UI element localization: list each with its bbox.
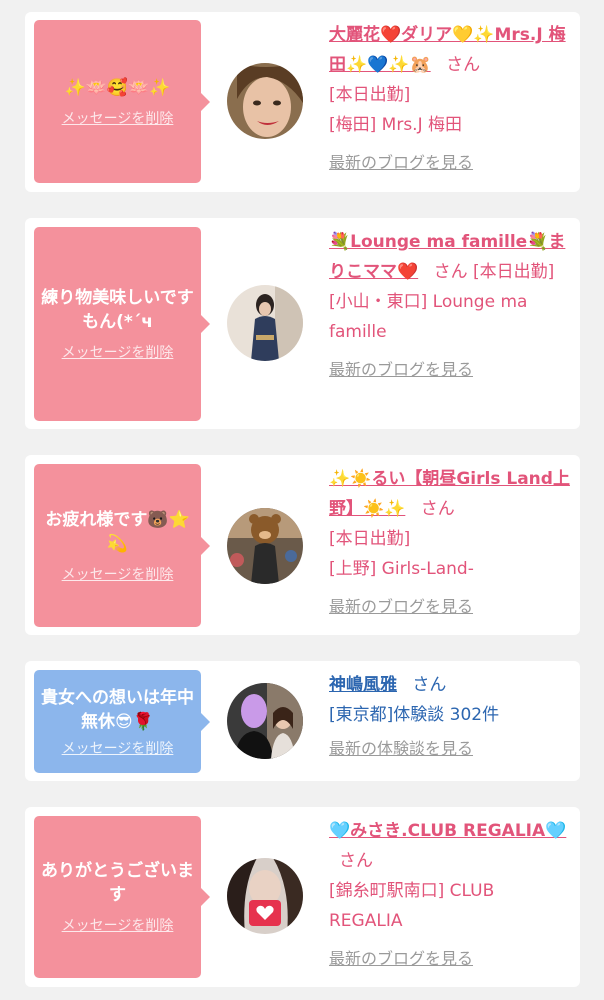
profile-info: ✨☀️るい【朝昼Girls Land上野】☀️✨ さん [本日出勤] [上野] … [329, 464, 573, 622]
message-text: 練り物美味しいですもん(*´ч [41, 288, 194, 332]
message-bubble: 練り物美味しいですもん(*´ч メッセージを削除 [34, 227, 210, 421]
latest-blog-link[interactable]: 最新のブログを見る [329, 148, 573, 178]
message-card: 練り物美味しいですもん(*´ч メッセージを削除 💐Lounge ma fami… [25, 218, 580, 429]
delete-message-link[interactable]: メッセージを削除 [62, 108, 174, 128]
delete-message-link[interactable]: メッセージを削除 [62, 342, 174, 362]
honorific: さん [433, 262, 468, 282]
shop-location: [上野] Girls-Land- [329, 559, 474, 579]
work-status: [本日出勤] [472, 262, 555, 282]
message-card: ありがとうございます メッセージを削除 🩵みさき.CLUB REGALIA🩵 さ… [25, 807, 580, 987]
avatar[interactable] [227, 858, 303, 934]
work-status: [本日出勤] [329, 85, 411, 105]
message-card: ✨🪷🥰🪷✨ メッセージを削除 大麗花❤️ダリア💛✨Mrs.J 梅田✨💙✨🐹 さん… [25, 12, 580, 192]
profile-name-link[interactable]: 神嶋風雅 [329, 675, 397, 695]
message-text: 貴女への想いは年中無休😎🌹 [41, 687, 194, 732]
message-card: 貴女への想いは年中無休😎🌹 メッセージを削除 神嶋風雅 さん [東京都]体験談 … [25, 661, 580, 781]
profile-info: 神嶋風雅 さん [東京都]体験談 302件 最新の体験談を見る [329, 670, 573, 764]
profile-name-link[interactable]: 🩵みさき.CLUB REGALIA🩵 [329, 821, 566, 841]
honorific: さん [420, 499, 455, 519]
latest-blog-link[interactable]: 最新のブログを見る [329, 944, 573, 974]
message-text: ✨🪷🥰🪷✨ [64, 77, 171, 98]
honorific: さん [339, 851, 373, 871]
profile-info: 🩵みさき.CLUB REGALIA🩵 さん [錦糸町駅南口] CLUB REGA… [329, 816, 573, 974]
latest-blog-link[interactable]: 最新のブログを見る [329, 592, 573, 622]
honorific: さん [446, 55, 481, 75]
message-bubble: 貴女への想いは年中無休😎🌹 メッセージを削除 [34, 670, 210, 773]
message-bubble: ✨🪷🥰🪷✨ メッセージを削除 [34, 20, 210, 183]
work-status: [本日出勤] [329, 529, 411, 549]
message-bubble: お疲れ様です🐻⭐💫 メッセージを削除 [34, 464, 210, 627]
profile-info: 💐Lounge ma famille💐まりこママ❤️ さん [本日出勤] [小山… [329, 227, 573, 385]
shop-location: [梅田] Mrs.J 梅田 [329, 115, 463, 135]
avatar[interactable] [227, 683, 303, 759]
latest-review-link[interactable]: 最新の体験談を見る [329, 734, 573, 764]
delete-message-link[interactable]: メッセージを削除 [62, 915, 174, 935]
message-text: お疲れ様です🐻⭐💫 [45, 509, 190, 554]
review-count: [東京都]体験談 302件 [329, 705, 500, 725]
message-bubble: ありがとうございます メッセージを削除 [34, 816, 210, 978]
message-text: ありがとうございます [41, 861, 194, 905]
avatar[interactable] [227, 508, 303, 584]
profile-info: 大麗花❤️ダリア💛✨Mrs.J 梅田✨💙✨🐹 さん [本日出勤] [梅田] Mr… [329, 20, 573, 178]
message-card: お疲れ様です🐻⭐💫 メッセージを削除 ✨☀️るい【朝昼Girls Land上野】… [25, 455, 580, 635]
avatar[interactable] [227, 285, 303, 361]
shop-location: [小山・東口] Lounge ma famille [329, 292, 528, 342]
delete-message-link[interactable]: メッセージを削除 [62, 564, 174, 584]
honorific: さん [412, 675, 447, 695]
delete-message-link[interactable]: メッセージを削除 [62, 738, 174, 758]
shop-location: [錦糸町駅南口] CLUB REGALIA [329, 881, 495, 931]
avatar[interactable] [227, 63, 303, 139]
latest-blog-link[interactable]: 最新のブログを見る [329, 355, 573, 385]
